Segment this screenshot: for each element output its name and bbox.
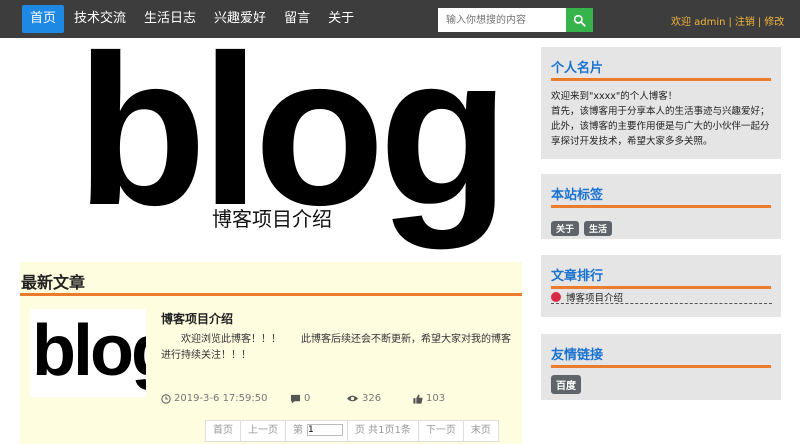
ranking-panel: 文章排行 博客项目介绍	[541, 255, 781, 317]
search-icon	[573, 14, 586, 27]
likes-count: 103	[426, 393, 446, 404]
article-title[interactable]: 博客项目介绍	[161, 310, 233, 327]
welcome-text: 欢迎 admin	[671, 17, 726, 28]
tags-title: 本站标签	[551, 188, 604, 203]
article-views: 326	[346, 393, 381, 404]
divider	[551, 78, 771, 81]
latest-title: 最新文章	[21, 273, 86, 292]
search-input[interactable]	[438, 8, 566, 32]
nav-item-home[interactable]: 首页	[22, 5, 65, 33]
profile-description: 首先，该博客用于分享本人的生活事迹与兴趣爱好；此外，该博客的主要作用便是与广大的…	[551, 106, 770, 147]
divider	[551, 365, 771, 368]
divider	[20, 293, 522, 296]
ranking-item-label: 博客项目介绍	[566, 292, 624, 304]
divider	[551, 205, 771, 208]
profile-title: 个人名片	[551, 61, 604, 76]
pager-prev[interactable]: 上一页	[240, 420, 286, 442]
links-title: 友情链接	[551, 348, 604, 363]
user-bar: 欢迎 admin | 注销 | 修改	[671, 17, 785, 28]
hero-banner[interactable]: blog 博客项目介绍	[20, 40, 522, 258]
nav-item-tech[interactable]: 技术交流	[66, 5, 134, 33]
article-summary: 欢迎浏览此博客！！！ 此博客后续还会不断更新，希望大家对我的博客进行持续关注！！…	[161, 334, 511, 361]
nav-item-message[interactable]: 留言	[276, 5, 318, 33]
thumbnail-logo: blog	[32, 311, 146, 391]
links-panel: 友情链接 百度	[541, 334, 781, 400]
top-navbar: 首页 技术交流 生活日志 兴趣爱好 留言 关于 欢迎 admin|注销|修改	[0, 0, 800, 38]
pager-next[interactable]: 下一页	[417, 420, 464, 442]
tag-list: 关于 生活	[551, 217, 617, 236]
page-label: 第	[293, 425, 303, 436]
article-likes: 103	[413, 393, 445, 404]
pager-jump: 第	[285, 420, 348, 442]
link-list: 百度	[551, 374, 586, 394]
date-text: 2019-3-6 17:59:50	[174, 393, 268, 404]
ranking-item[interactable]: 博客项目介绍	[551, 290, 772, 304]
article-comments: 0	[290, 393, 310, 404]
article-thumbnail[interactable]: blog	[30, 309, 146, 397]
pager-first[interactable]: 首页	[205, 420, 241, 442]
pager-last[interactable]: 末页	[462, 420, 499, 442]
logout-link[interactable]: 注销	[735, 17, 755, 28]
rank-dot-icon	[551, 291, 561, 302]
pagination: 首页 上一页 第 页 共1页1条 下一页 末页	[205, 420, 499, 442]
profile-text: 欢迎来到"xxxx"的个人博客！ 首先，该博客用于分享本人的生活事迹与兴趣爱好；…	[551, 89, 775, 149]
page-info: 页 共1页1条	[347, 420, 419, 442]
views-count: 326	[362, 393, 382, 404]
nav-item-hobby[interactable]: 兴趣爱好	[206, 5, 274, 33]
eye-icon	[346, 395, 359, 402]
nav-item-life[interactable]: 生活日志	[136, 5, 204, 33]
clock-icon	[161, 393, 171, 404]
comment-icon	[290, 394, 301, 404]
tag-about[interactable]: 关于	[551, 221, 580, 236]
latest-articles: 最新文章 blog 博客项目介绍 欢迎浏览此博客！！！ 此博客后续还会不断更新，…	[20, 262, 522, 444]
profile-card: 个人名片 欢迎来到"xxxx"的个人博客！ 首先，该博客用于分享本人的生活事迹与…	[541, 47, 781, 159]
main-nav: 首页 技术交流 生活日志 兴趣爱好 留言 关于	[22, 5, 364, 33]
ranking-title: 文章排行	[551, 269, 604, 284]
tags-panel: 本站标签 关于 生活	[541, 174, 781, 239]
article-date: 2019-3-6 17:59:50	[161, 393, 267, 404]
nav-item-about[interactable]: 关于	[320, 5, 362, 33]
hero-caption[interactable]: 博客项目介绍	[212, 203, 332, 232]
search-button[interactable]	[566, 8, 593, 32]
thumbs-up-icon	[413, 393, 423, 404]
tag-life[interactable]: 生活	[584, 221, 613, 236]
link-baidu[interactable]: 百度	[551, 375, 581, 394]
comments-count: 0	[304, 393, 311, 404]
profile-intro: 欢迎来到"xxxx"的个人博客！	[551, 91, 678, 102]
edit-link[interactable]: 修改	[764, 17, 784, 28]
page-number-input[interactable]	[307, 424, 343, 436]
